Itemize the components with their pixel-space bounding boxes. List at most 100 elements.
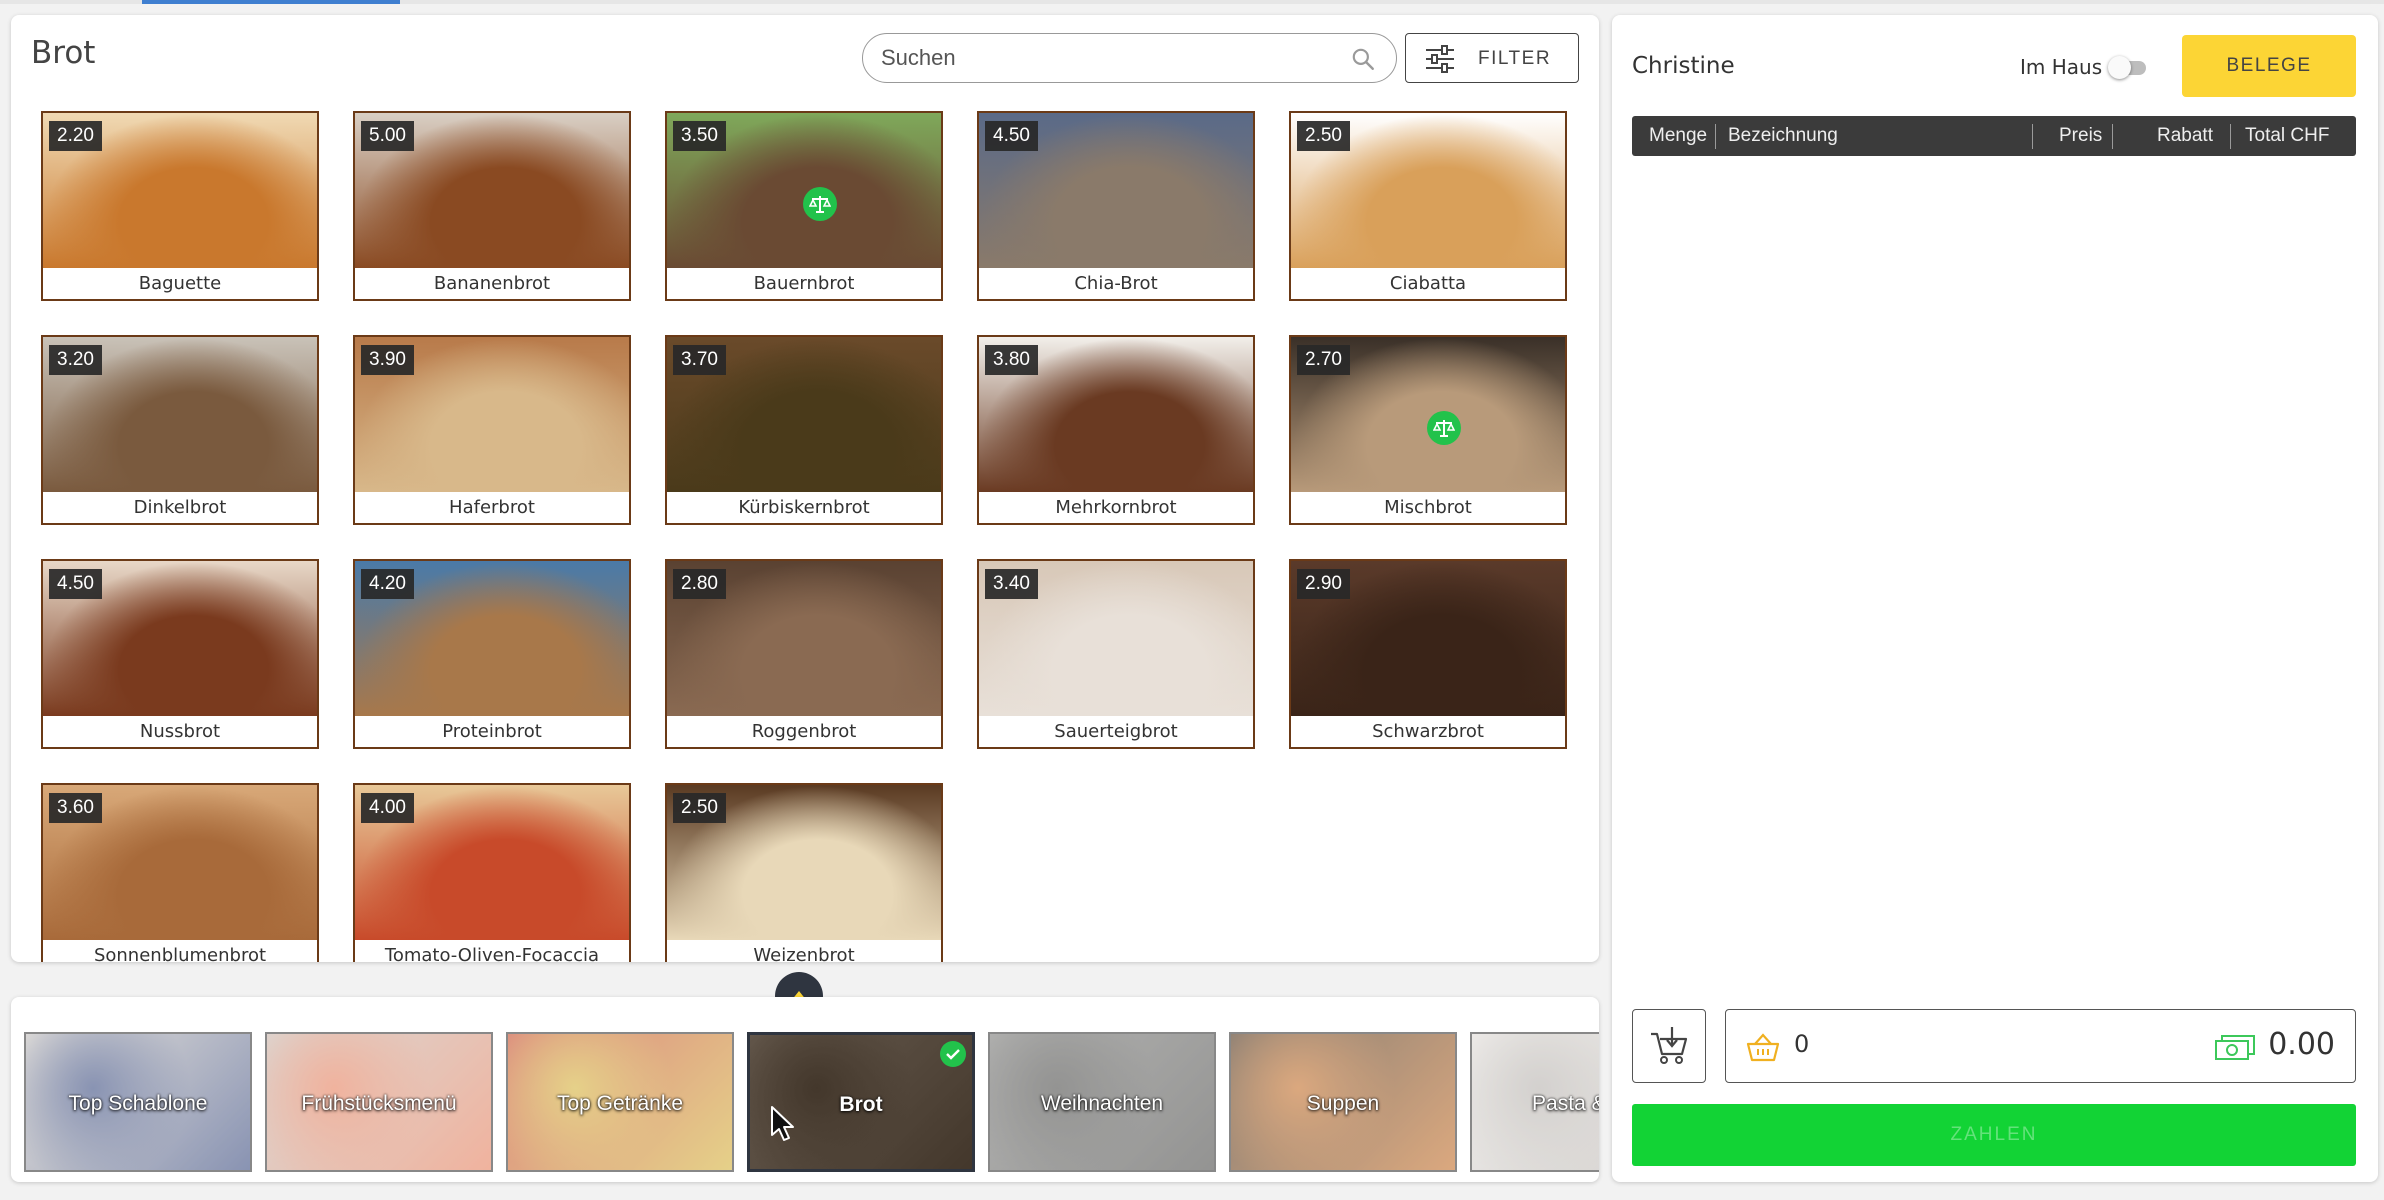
product-name: Tomato-Oliven-Focaccia <box>355 940 629 962</box>
loading-bar <box>0 0 2384 4</box>
dine-in-toggle[interactable] <box>2108 55 2146 79</box>
category-bar: Top Schablone Frühstücksmenü Top Getränke B… <box>11 997 1599 1182</box>
product-price: 3.60 <box>49 793 102 823</box>
loading-progress <box>142 0 400 4</box>
user-name: Christine <box>1632 53 1735 79</box>
product-tile[interactable]: 4.20 Proteinbrot <box>353 559 631 749</box>
product-price: 2.20 <box>49 121 102 151</box>
column-divider <box>2032 124 2033 149</box>
product-tile[interactable]: 3.50 Bauernbrot <box>665 111 943 301</box>
product-tile[interactable]: 3.60 Sonnenblumenbrot <box>41 783 319 962</box>
product-price: 3.80 <box>985 345 1038 375</box>
product-tile[interactable]: 4.50 Chia-Brot <box>977 111 1255 301</box>
search-icon[interactable] <box>1350 46 1376 72</box>
product-price: 2.90 <box>1297 569 1350 599</box>
order-summary: 0 0.00 <box>1725 1009 2356 1083</box>
save-cart-button[interactable] <box>1632 1009 1706 1083</box>
product-name: Haferbrot <box>355 492 629 523</box>
pay-button[interactable]: ZAHLEN <box>1632 1104 2356 1166</box>
product-tile[interactable]: 3.80 Mehrkornbrot <box>977 335 1255 525</box>
product-price: 4.20 <box>361 569 414 599</box>
product-tile[interactable]: 3.40 Sauerteigbrot <box>977 559 1255 749</box>
product-price: 2.80 <box>673 569 726 599</box>
order-table-header: Menge Bezeichnung Preis Rabatt Total CHF <box>1632 116 2356 156</box>
receipts-button[interactable]: BELEGE <box>2182 35 2356 97</box>
product-tile[interactable]: 2.20 Baguette <box>41 111 319 301</box>
product-tile[interactable]: 2.50 Ciabatta <box>1289 111 1567 301</box>
category-label: Frühstücksmenü <box>301 1092 457 1115</box>
product-name: Mehrkornbrot <box>979 492 1253 523</box>
product-name: Mischbrot <box>1291 492 1565 523</box>
product-tile[interactable]: 2.80 Roggenbrot <box>665 559 943 749</box>
column-price: Preis <box>2059 125 2103 146</box>
product-name: Kürbiskernbrot <box>667 492 941 523</box>
product-name: Ciabatta <box>1291 268 1565 299</box>
product-tile[interactable]: 3.70 Kürbiskernbrot <box>665 335 943 525</box>
order-panel: Christine Im Haus BELEGE Menge Bezeichnu… <box>1612 15 2378 1182</box>
column-divider <box>2112 124 2113 149</box>
filter-button[interactable]: FILTER <box>1405 33 1579 83</box>
product-tile[interactable]: 5.00 Bananenbrot <box>353 111 631 301</box>
product-price: 2.70 <box>1297 345 1350 375</box>
product-name: Nussbrot <box>43 716 317 747</box>
product-price: 3.70 <box>673 345 726 375</box>
product-price: 2.50 <box>673 793 726 823</box>
category-label: Top Schablone <box>68 1092 208 1115</box>
category-label: Top Getränke <box>556 1092 684 1115</box>
product-name: Schwarzbrot <box>1291 716 1565 747</box>
category-tile[interactable]: Top Schablone <box>24 1032 252 1172</box>
product-name: Baguette <box>43 268 317 299</box>
page-title: Brot <box>31 35 96 71</box>
product-price: 3.20 <box>49 345 102 375</box>
scale-icon <box>803 187 837 221</box>
column-qty: Menge <box>1649 125 1708 146</box>
filter-label: FILTER <box>1478 48 1552 69</box>
category-tile[interactable]: Brot <box>747 1032 975 1172</box>
check-icon <box>940 1041 966 1067</box>
item-count: 0 <box>1794 1030 1810 1058</box>
category-tile[interactable]: Top Getränke <box>506 1032 734 1172</box>
product-price: 5.00 <box>361 121 414 151</box>
cart-download-icon <box>1651 1027 1688 1064</box>
column-discount: Rabatt <box>2157 125 2213 146</box>
product-tile[interactable]: 2.90 Schwarzbrot <box>1289 559 1567 749</box>
product-price: 4.50 <box>985 121 1038 151</box>
product-panel: Brot FILTER 2.20 Baguette 5.00 Bananenbrot 3… <box>11 15 1599 962</box>
category-tile[interactable]: Suppen <box>1229 1032 1457 1172</box>
product-tile[interactable]: 2.70 Mischbrot <box>1289 335 1567 525</box>
product-price: 3.90 <box>361 345 414 375</box>
category-label: Suppen <box>1306 1092 1380 1115</box>
search-box[interactable] <box>862 33 1397 83</box>
product-name: Bananenbrot <box>355 268 629 299</box>
product-tile[interactable]: 4.50 Nussbrot <box>41 559 319 749</box>
category-label: Weihnachten <box>1040 1092 1164 1115</box>
column-total: Total CHF <box>2245 125 2330 146</box>
product-name: Weizenbrot <box>667 940 941 962</box>
product-price: 3.40 <box>985 569 1038 599</box>
product-price: 4.00 <box>361 793 414 823</box>
category-tile[interactable]: Frühstücksmenü <box>265 1032 493 1172</box>
product-name: Dinkelbrot <box>43 492 317 523</box>
category-tile[interactable]: Pasta & Ve <box>1470 1032 1599 1172</box>
product-name: Chia-Brot <box>979 268 1253 299</box>
product-tile[interactable]: 3.90 Haferbrot <box>353 335 631 525</box>
product-tile[interactable]: 3.20 Dinkelbrot <box>41 335 319 525</box>
sliders-icon <box>1426 45 1454 73</box>
mouse-cursor <box>771 1106 794 1141</box>
product-price: 3.50 <box>673 121 726 151</box>
scale-icon <box>1427 411 1461 445</box>
column-divider <box>1715 124 1716 149</box>
product-tile[interactable]: 4.00 Tomato-Oliven-Focaccia <box>353 783 631 962</box>
category-tile[interactable]: Weihnachten <box>988 1032 1216 1172</box>
product-name: Bauernbrot <box>667 268 941 299</box>
product-grid: 2.20 Baguette 5.00 Bananenbrot 3.50 Bauernbro… <box>41 111 1597 962</box>
search-input[interactable] <box>881 42 1321 74</box>
dine-in-label: Im Haus <box>2020 55 2103 79</box>
product-name: Sonnenblumenbrot <box>43 940 317 962</box>
basket-icon <box>1746 1033 1780 1062</box>
cash-icon <box>2215 1035 2255 1060</box>
product-tile[interactable]: 2.50 Weizenbrot <box>665 783 943 962</box>
product-price: 2.50 <box>1297 121 1350 151</box>
total-amount: 0.00 <box>2268 1027 2335 1062</box>
order-lines-list <box>1632 160 2356 1000</box>
